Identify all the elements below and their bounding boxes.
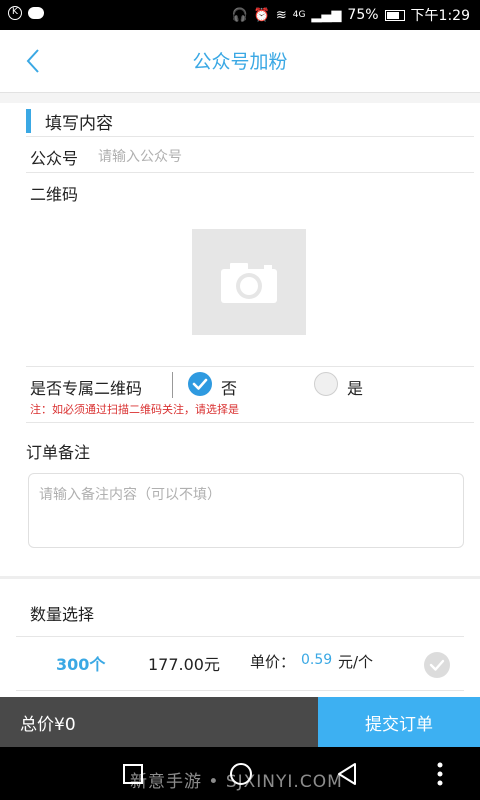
watermark: 新意手游 • SJXINYI.COM: [130, 772, 343, 792]
chat-icon: [28, 7, 44, 19]
k-app-icon: K: [8, 6, 22, 20]
battery-percent: 75%: [347, 7, 379, 23]
account-label: 公众号: [30, 149, 79, 168]
network-type: 4G: [292, 10, 306, 20]
section-divider-band: [0, 576, 480, 579]
exclusive-qr-note: 注：如必须通过扫描二维码关注，请选择是: [30, 403, 239, 416]
unit-price-suffix: 元/个: [338, 653, 374, 671]
total-price-bar: 总价¥0: [0, 697, 318, 747]
remarks-label: 订单备注: [26, 443, 91, 462]
wifi-icon: ≋: [275, 7, 287, 23]
quantity-select-check[interactable]: [424, 652, 450, 678]
quantity-amount[interactable]: 300个: [56, 651, 105, 675]
option-no-label[interactable]: 否: [221, 375, 237, 399]
page-title: 公众号加粉: [192, 51, 288, 73]
divider: [26, 172, 474, 173]
divider: [16, 690, 464, 691]
account-input[interactable]: [96, 143, 460, 171]
divider: [26, 422, 474, 423]
option-yes-radio[interactable]: [314, 372, 338, 396]
qr-code-label: 二维码: [30, 185, 79, 204]
battery-icon: [384, 9, 405, 21]
checkmark-icon: [429, 659, 445, 671]
unit-price-label: 单价：: [250, 653, 296, 671]
option-yes-label[interactable]: 是: [347, 375, 363, 399]
signal-icon: ▂▄▆: [311, 7, 342, 23]
alarm-icon: ⏰: [253, 7, 270, 23]
submit-order-button[interactable]: 提交订单: [318, 697, 480, 747]
checkmark-icon: [192, 378, 208, 390]
qr-upload-button[interactable]: [192, 229, 306, 335]
status-time: 下午1:29: [410, 8, 470, 24]
remarks-input[interactable]: [28, 473, 464, 548]
quantity-price: 177.00元: [148, 655, 220, 674]
total-price: 总价¥0: [20, 715, 76, 735]
status-bar: K 🎧 ⏰ ≋ 4G ▂▄▆ 75% 下午1:29: [0, 0, 480, 30]
header: 公众号加粉: [0, 30, 480, 93]
divider: [26, 366, 474, 367]
section-accent-bar: [26, 109, 31, 133]
quantity-section-title: 数量选择: [30, 605, 95, 624]
status-left-icons: K: [8, 6, 44, 20]
exclusive-qr-label: 是否专属二维码: [30, 379, 143, 398]
vertical-divider: [172, 372, 173, 398]
divider: [26, 136, 474, 137]
unit-price-value: 0.59: [301, 652, 333, 668]
divider: [16, 636, 464, 637]
section-title: 填写内容: [45, 113, 113, 134]
header-divider-band: [0, 93, 480, 103]
option-no-radio[interactable]: [188, 372, 212, 396]
headset-icon: 🎧: [231, 7, 248, 23]
camera-icon: [221, 263, 277, 303]
section-header-fill: 填写内容: [26, 108, 113, 134]
status-right-icons: 🎧 ⏰ ≋ 4G ▂▄▆ 75% 下午1:29: [231, 5, 470, 25]
more-options-icon[interactable]: [436, 761, 444, 787]
